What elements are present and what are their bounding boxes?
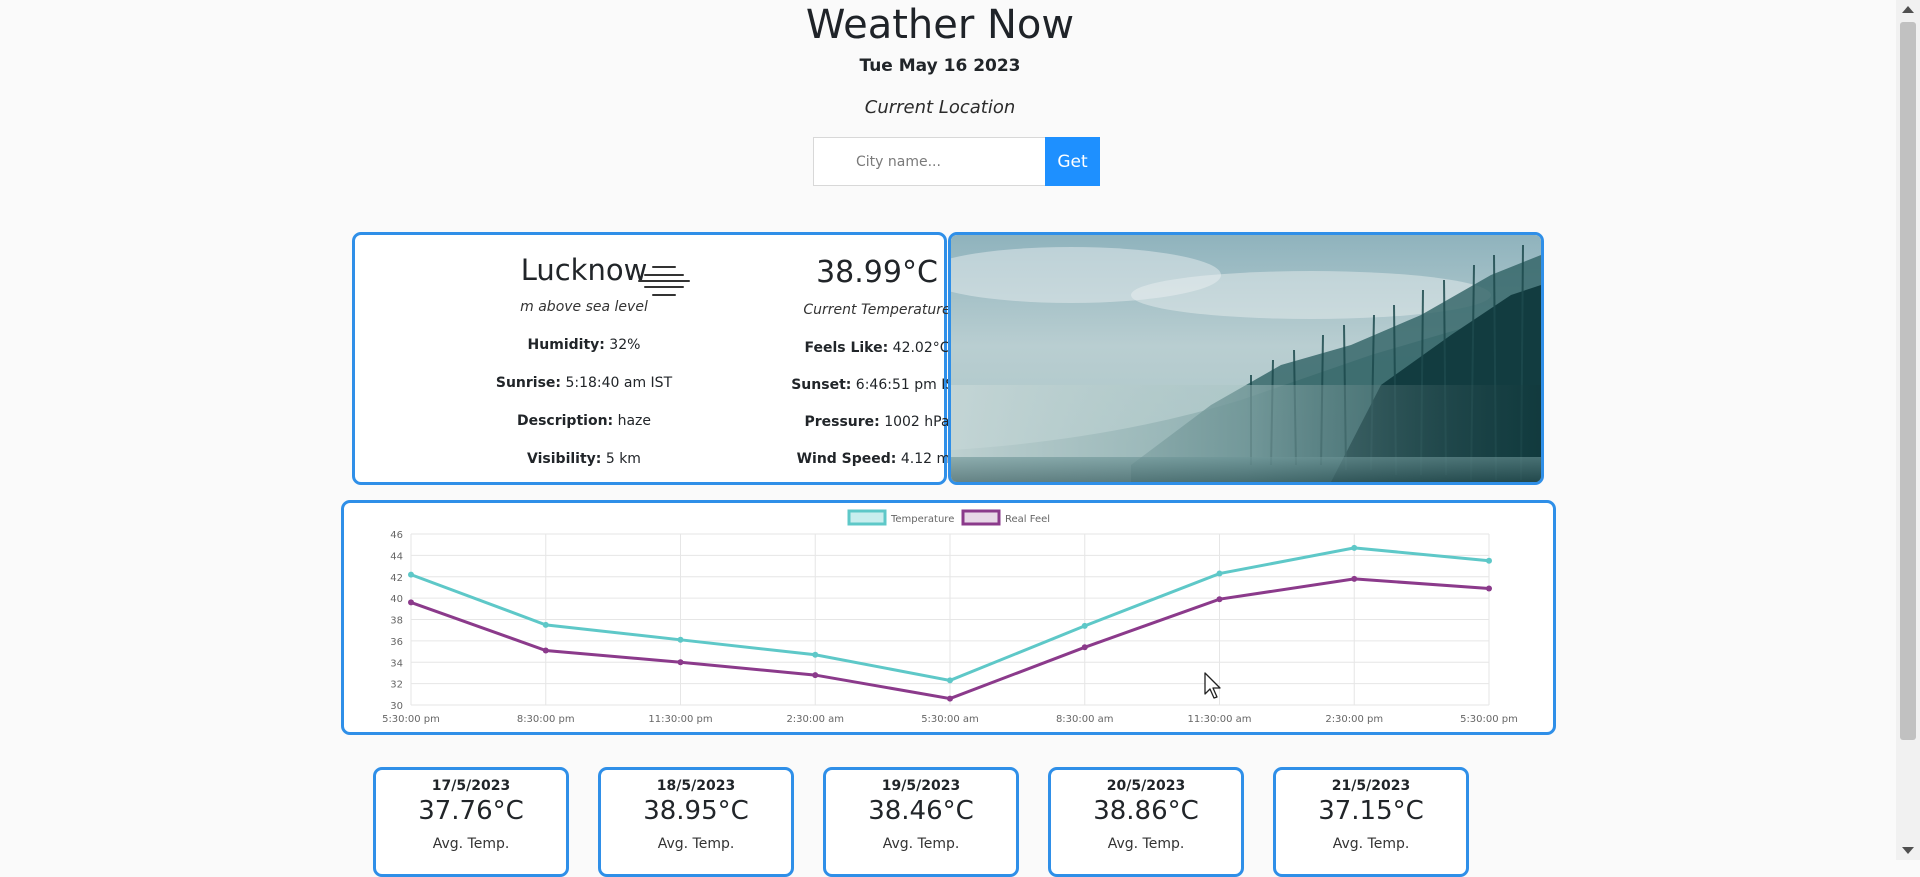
- sunset-value: 6:46:51 pm IST: [851, 377, 963, 393]
- data-point[interactable]: [947, 677, 953, 684]
- x-tick-label: 5:30:00 pm: [1460, 714, 1518, 725]
- description-label: Description:: [516, 413, 614, 429]
- visibility-value: 5 km: [601, 451, 641, 467]
- feels-like-label: Feels Like:: [804, 340, 889, 356]
- location-label: Current Location: [864, 97, 1016, 118]
- y-tick-label: 40: [390, 594, 403, 605]
- x-tick-label: 8:30:00 am: [1056, 714, 1114, 725]
- forecast-temp: 38.46°C: [868, 796, 974, 826]
- forecast-label: Avg. Temp.: [882, 836, 960, 852]
- y-tick-label: 34: [390, 658, 403, 669]
- foggy-forest-image: [951, 235, 1541, 482]
- x-tick-label: 11:30:00 pm: [648, 714, 712, 725]
- forecast-temp: 38.86°C: [1093, 796, 1199, 826]
- scroll-up-arrow-icon[interactable]: [1902, 6, 1914, 13]
- feels-like-value: 42.02°C: [888, 340, 950, 356]
- legend-label[interactable]: Real Feel: [1005, 514, 1050, 525]
- data-point[interactable]: [542, 647, 549, 654]
- current-date: Tue May 16 2023: [859, 56, 1021, 76]
- pressure-label: Pressure:: [804, 414, 880, 430]
- data-point[interactable]: [1351, 544, 1358, 551]
- y-tick-label: 38: [390, 616, 403, 627]
- sunrise-label: Sunrise:: [495, 375, 562, 391]
- scroll-down-arrow-icon[interactable]: [1902, 847, 1914, 854]
- forecast-label: Avg. Temp.: [1332, 836, 1410, 852]
- city-search-form: Get: [813, 137, 1100, 186]
- y-tick-label: 42: [390, 573, 403, 584]
- humidity-label: Humidity:: [527, 337, 605, 353]
- forecast-date: 17/5/2023: [431, 778, 511, 794]
- x-tick-label: 8:30:00 pm: [517, 714, 575, 725]
- mouse-cursor-icon: [1204, 672, 1221, 699]
- data-point[interactable]: [542, 621, 549, 628]
- page-title: Weather Now: [805, 2, 1075, 48]
- y-tick-label: 32: [390, 680, 403, 691]
- legend-label[interactable]: Temperature: [890, 514, 954, 525]
- forecast-temp: 37.15°C: [1318, 796, 1424, 826]
- data-point[interactable]: [1486, 557, 1492, 564]
- forecast-label: Avg. Temp.: [432, 836, 510, 852]
- data-point[interactable]: [1081, 644, 1088, 651]
- data-point[interactable]: [947, 695, 953, 702]
- weather-photo: [948, 232, 1544, 485]
- humidity-value: 32%: [604, 337, 641, 353]
- get-weather-button[interactable]: Get: [1045, 137, 1100, 186]
- visibility-label: Visibility:: [527, 451, 602, 467]
- y-tick-label: 36: [390, 637, 403, 648]
- current-weather-card: Lucknow m above sea level Humidity: 32% …: [352, 232, 963, 485]
- forecast-card-day-1: 17/5/2023 37.76°C Avg. Temp.: [373, 767, 569, 877]
- forecast-card-day-2: 18/5/2023 38.95°C Avg. Temp.: [598, 767, 794, 877]
- forecast-date: 20/5/2023: [1106, 778, 1186, 794]
- forecast-label: Avg. Temp.: [657, 836, 735, 852]
- legend-swatch[interactable]: [847, 509, 887, 526]
- data-point[interactable]: [1351, 575, 1358, 582]
- data-point[interactable]: [677, 636, 684, 643]
- description-value: haze: [613, 413, 652, 429]
- page-scrollbar[interactable]: [1896, 0, 1920, 860]
- forecast-date: 21/5/2023: [1331, 778, 1411, 794]
- forecast-label: Avg. Temp.: [1107, 836, 1185, 852]
- forecast-date: 19/5/2023: [881, 778, 961, 794]
- x-tick-label: 2:30:00 am: [786, 714, 844, 725]
- forecast-card-day-4: 20/5/2023 38.86°C Avg. Temp.: [1048, 767, 1244, 877]
- data-point[interactable]: [677, 659, 684, 666]
- forecast-card-day-3: 19/5/2023 38.46°C Avg. Temp.: [823, 767, 1019, 877]
- city-search-input[interactable]: [814, 138, 1047, 185]
- legend-swatch[interactable]: [961, 509, 1001, 526]
- scrollbar-thumb[interactable]: [1900, 22, 1916, 740]
- chart-canvas: 30 32 34 36 38 40 42 44 46 5:30:00 pm 8:30:00 pm 11…: [382, 509, 1518, 725]
- x-tick-label: 5:30:00 pm: [382, 714, 440, 725]
- forecast-temp: 37.76°C: [418, 796, 524, 826]
- y-tick-label: 44: [390, 551, 403, 562]
- data-point[interactable]: [1216, 596, 1223, 603]
- sunrise-value: 5:18:40 am IST: [561, 375, 673, 391]
- data-point[interactable]: [1216, 570, 1223, 577]
- forecast-temp: 38.95°C: [643, 796, 749, 826]
- wind-speed-label: Wind Speed:: [796, 451, 897, 467]
- pressure-value: 1002 hPa: [879, 414, 950, 430]
- data-point[interactable]: [1486, 585, 1492, 592]
- x-tick-label: 2:30:00 pm: [1325, 714, 1383, 725]
- hourly-forecast-chart: 30 32 34 36 38 40 42 44 46 5:30:00 pm 8:30:00 pm 11…: [341, 500, 1556, 735]
- forecast-date: 18/5/2023: [656, 778, 736, 794]
- forecast-card-day-5: 21/5/2023 37.15°C Avg. Temp.: [1273, 767, 1469, 877]
- sunset-label: Sunset:: [791, 377, 852, 393]
- data-point[interactable]: [408, 599, 414, 606]
- data-point[interactable]: [812, 651, 819, 658]
- data-point[interactable]: [1081, 622, 1088, 629]
- y-tick-label: 46: [390, 530, 403, 541]
- data-point[interactable]: [408, 571, 414, 578]
- x-tick-label: 5:30:00 am: [921, 714, 979, 725]
- data-point[interactable]: [812, 672, 819, 679]
- y-tick-label: 30: [390, 701, 403, 712]
- x-tick-label: 11:30:00 am: [1188, 714, 1252, 725]
